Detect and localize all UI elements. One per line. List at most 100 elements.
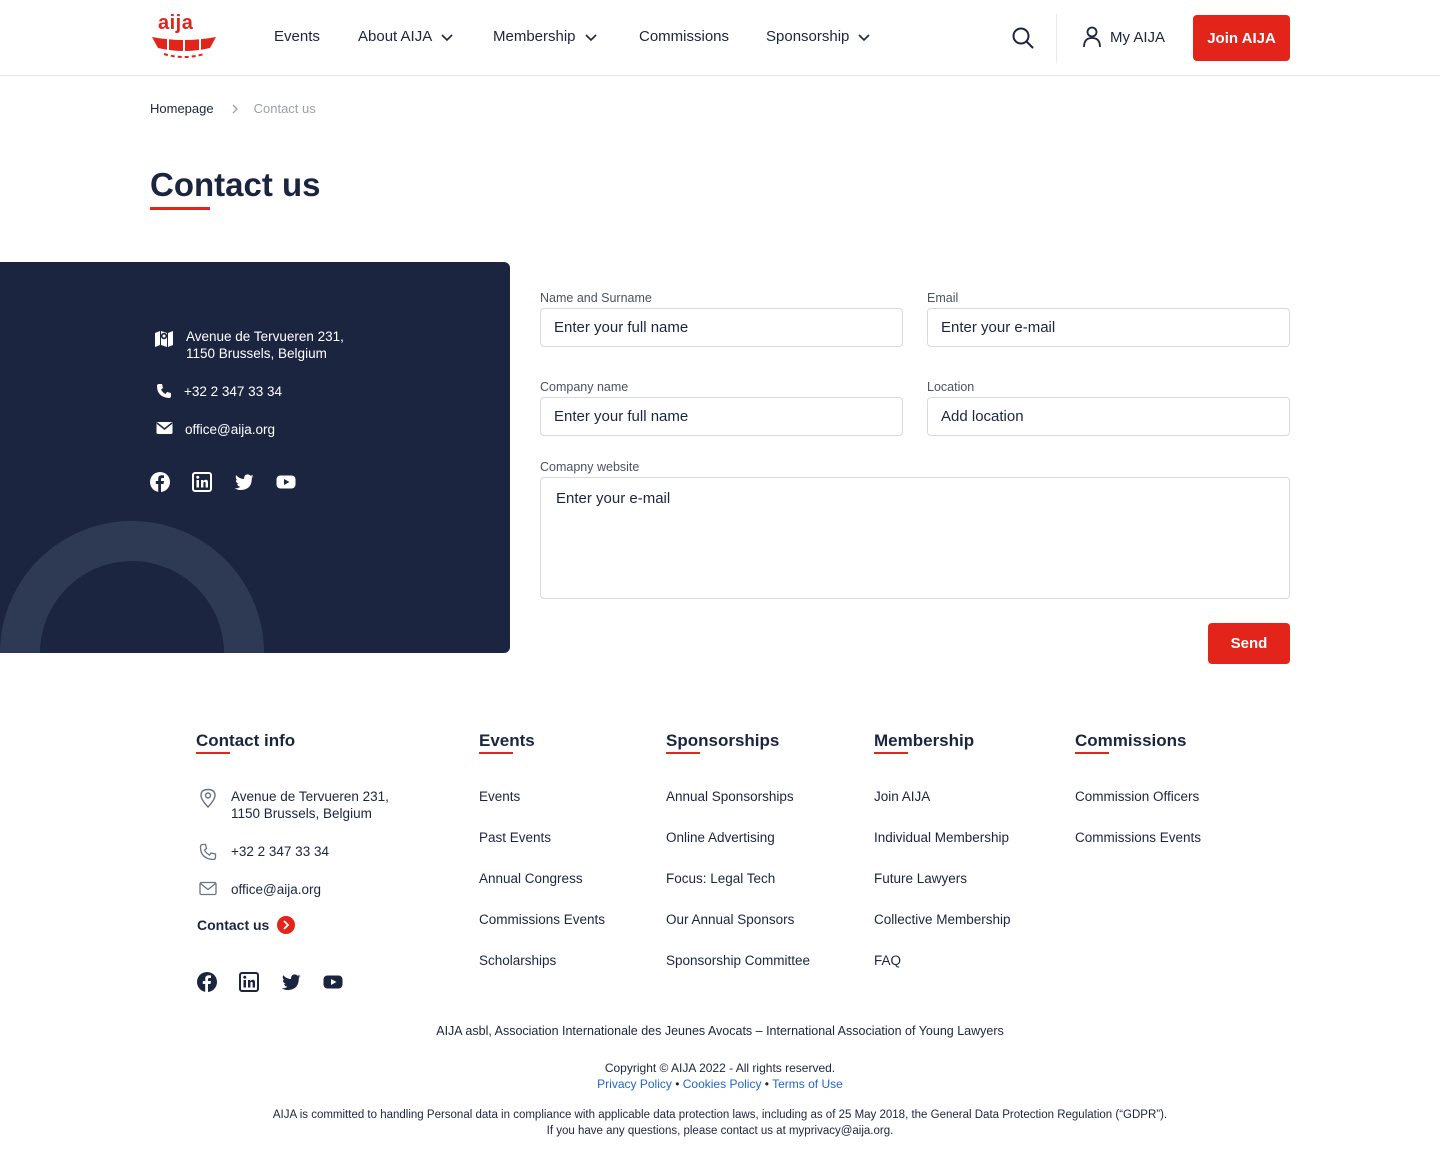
heading-underline xyxy=(479,752,513,754)
breadcrumb-home[interactable]: Homepage xyxy=(150,101,214,116)
footer-address-line-1: Avenue de Tervueren 231, xyxy=(231,789,389,804)
footer-link[interactable]: Commissions Events xyxy=(479,912,605,927)
heading-underline xyxy=(666,752,700,754)
logo-wordmark: aija xyxy=(158,12,194,34)
cookies-policy-link[interactable]: Cookies Policy xyxy=(683,1077,762,1091)
chevron-right-icon xyxy=(232,104,238,113)
footer-link[interactable]: FAQ xyxy=(874,953,901,968)
footer-heading-sponsorships: Sponsorships xyxy=(666,731,780,750)
panel-address-text: Avenue de Tervueren 231, 1150 Brussels, … xyxy=(186,328,344,362)
address-line-1: Avenue de Tervueren 231, xyxy=(186,329,344,344)
my-aija-label: My AIJA xyxy=(1110,28,1166,46)
panel-social-links xyxy=(150,472,296,492)
email-label: Email xyxy=(927,291,959,305)
bullet-separator: • xyxy=(675,1077,683,1091)
footer-link[interactable]: Collective Membership xyxy=(874,912,1011,927)
decorative-arc xyxy=(0,521,264,653)
linkedin-icon[interactable] xyxy=(192,472,212,492)
search-icon[interactable] xyxy=(1011,26,1035,50)
footer-link[interactable]: Future Lawyers xyxy=(874,871,967,886)
panel-email-text[interactable]: office@aija.org xyxy=(185,421,275,438)
copyright-line: Copyright © AIJA 2022 - All rights reser… xyxy=(604,1061,836,1075)
aija-logo[interactable]: aija xyxy=(150,12,218,62)
privacy-policy-link[interactable]: Privacy Policy xyxy=(597,1077,672,1091)
email-field[interactable]: Enter your e-mail xyxy=(927,308,1290,347)
nav-commissions-label: Commissions xyxy=(639,28,730,45)
footer-link[interactable]: Annual Sponsorships xyxy=(666,789,794,804)
envelope-icon xyxy=(199,881,217,896)
nav-events[interactable]: Events xyxy=(274,28,320,45)
footer-contact-us-link[interactable]: Contact us xyxy=(197,916,296,934)
footer-link[interactable]: Online Advertising xyxy=(666,830,775,845)
youtube-icon[interactable] xyxy=(276,472,296,492)
footer-link[interactable]: Commissions Events xyxy=(1075,830,1201,845)
title-underline xyxy=(150,207,210,210)
legal-links: Privacy Policy • Cookies Policy • Terms … xyxy=(0,1077,1440,1091)
website-textarea[interactable]: Enter your e-mail xyxy=(540,477,1290,599)
breadcrumb: Homepage Contact us xyxy=(150,101,316,116)
footer-link[interactable]: Sponsorship Committee xyxy=(666,953,810,968)
terms-of-use-link[interactable]: Terms of Use xyxy=(772,1077,843,1091)
name-field[interactable]: Enter your full name xyxy=(540,308,903,347)
footer-link[interactable]: Our Annual Sponsors xyxy=(666,912,794,927)
twitter-icon[interactable] xyxy=(281,972,301,992)
footer-link[interactable]: Annual Congress xyxy=(479,871,583,886)
footer-address-line-2: 1150 Brussels, Belgium xyxy=(231,806,372,821)
breadcrumb-current: Contact us xyxy=(253,101,316,116)
panel-email: office@aija.org xyxy=(156,421,275,438)
footer-link[interactable]: Join AIJA xyxy=(874,789,930,804)
footer-link[interactable]: Focus: Legal Tech xyxy=(666,871,775,886)
user-icon xyxy=(1083,26,1101,48)
join-aija-button[interactable]: Join AIJA xyxy=(1193,15,1290,61)
gdpr-line-1: AIJA is committed to handling Personal d… xyxy=(272,1109,1168,1121)
heading-underline xyxy=(196,752,230,754)
footer-link[interactable]: Scholarships xyxy=(479,953,556,968)
heading-underline xyxy=(874,752,908,754)
facebook-icon[interactable] xyxy=(197,972,217,992)
footer-link[interactable]: Past Events xyxy=(479,830,551,845)
chevron-down-icon xyxy=(858,33,870,41)
facebook-icon[interactable] xyxy=(150,472,170,492)
footer-email: office@aija.org xyxy=(199,881,321,898)
arrow-right-icon xyxy=(277,916,296,934)
panel-phone: +32 2 347 33 34 xyxy=(156,383,282,400)
company-field[interactable]: Enter your full name xyxy=(540,397,903,436)
name-label: Name and Surname xyxy=(540,291,652,305)
footer-address-text: Avenue de Tervueren 231, 1150 Brussels, … xyxy=(231,788,389,822)
address-line-2: 1150 Brussels, Belgium xyxy=(186,346,327,361)
footer-link[interactable]: Events xyxy=(479,789,520,804)
panel-phone-text[interactable]: +32 2 347 33 34 xyxy=(184,383,282,400)
footer-heading-contact: Contact info xyxy=(196,731,296,750)
send-button[interactable]: Send xyxy=(1208,623,1290,664)
chevron-down-icon xyxy=(584,33,597,41)
chevron-down-icon xyxy=(441,33,453,41)
footer-phone-text[interactable]: +32 2 347 33 34 xyxy=(231,843,329,860)
footer-heading-membership: Membership xyxy=(874,731,975,750)
footer-address: Avenue de Tervueren 231, 1150 Brussels, … xyxy=(199,788,389,822)
page-title: Contact us xyxy=(150,166,321,203)
phone-icon xyxy=(157,384,171,398)
company-label: Company name xyxy=(540,380,629,394)
location-label: Location xyxy=(927,380,975,394)
footer-link[interactable]: Individual Membership xyxy=(874,830,1009,845)
footer-heading-events: Events xyxy=(479,731,535,750)
footer-link[interactable]: Commission Officers xyxy=(1075,789,1199,804)
heading-underline xyxy=(1075,752,1109,754)
footer-heading-commissions: Commissions xyxy=(1075,731,1187,750)
logo-globe-icon xyxy=(152,37,216,58)
linkedin-icon[interactable] xyxy=(239,972,259,992)
nav-about-aija[interactable]: About AIJA xyxy=(358,28,454,45)
footer-email-text[interactable]: office@aija.org xyxy=(231,881,321,898)
twitter-icon[interactable] xyxy=(234,472,254,492)
youtube-icon[interactable] xyxy=(323,972,343,992)
website-label: Comapny website xyxy=(540,460,640,474)
envelope-icon xyxy=(156,422,173,434)
header-divider xyxy=(1056,14,1057,62)
location-field[interactable]: Add location xyxy=(927,397,1290,436)
my-aija-link[interactable]: My AIJA xyxy=(1082,26,1165,48)
nav-sponsorship[interactable]: Sponsorship xyxy=(766,28,871,45)
phone-icon xyxy=(199,843,217,861)
location-pin-icon xyxy=(200,788,216,808)
nav-commissions[interactable]: Commissions xyxy=(639,28,729,45)
nav-membership[interactable]: Membership xyxy=(493,28,598,45)
